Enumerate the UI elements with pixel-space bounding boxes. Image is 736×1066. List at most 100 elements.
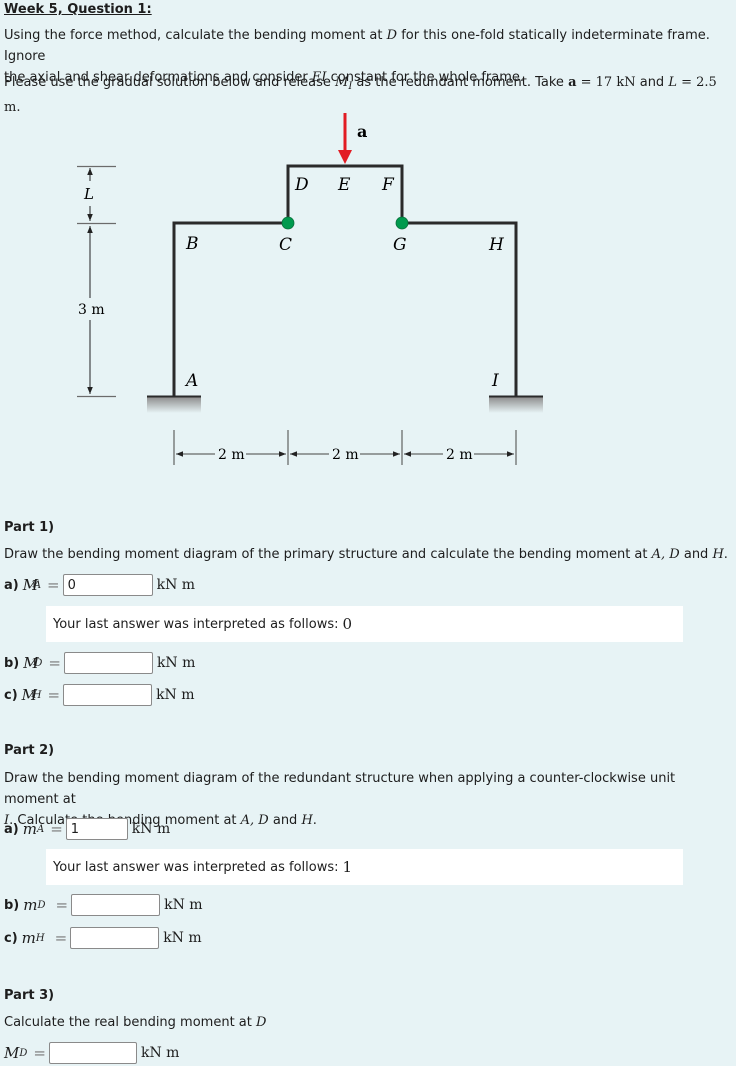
part3-desc-text: Calculate the real bending moment at: [4, 1015, 257, 1030]
item-label: a): [4, 577, 19, 593]
part1-desc-and: and: [679, 547, 713, 562]
feedback-text: Your last answer was interpreted as foll…: [53, 859, 339, 875]
fixed-support-i-hatch: [489, 397, 543, 413]
node-label-b: B: [185, 234, 199, 254]
item-label: c): [4, 687, 18, 703]
node-label-e: E: [337, 175, 351, 195]
load-label: a: [357, 122, 367, 141]
item-label: b): [4, 655, 20, 671]
var-m: M: [335, 75, 349, 90]
item-label: a): [4, 821, 19, 837]
part2-item-b: b) mD = kN m: [4, 892, 203, 918]
part1-desc-end: .: [723, 547, 728, 562]
part2-desc-vars: A, D: [240, 813, 269, 828]
intro-text-1: Using the force method, calculate the be…: [4, 28, 387, 43]
hinge-g: [395, 216, 409, 230]
part1-description: Draw the bending moment diagram of the p…: [4, 544, 732, 565]
part3-item: MD = kN m: [4, 1040, 179, 1066]
var-l: L: [668, 75, 677, 90]
load-value: = 17 kN: [576, 75, 636, 90]
feedback-value: 1: [342, 858, 353, 876]
subscript: H: [35, 932, 45, 944]
unit-label: kN m: [156, 577, 196, 593]
answer-input-m-h[interactable]: [70, 927, 160, 949]
unit-label: kN m: [163, 930, 202, 946]
node-label-d: D: [294, 175, 309, 195]
var-a: a: [568, 75, 577, 90]
unit-label: kN m: [140, 1045, 180, 1061]
frame-diagram: a B C D E F G H A I L 3 m 2 m 2 m 2 m: [77, 113, 543, 465]
symbol: m: [21, 929, 36, 947]
part1-desc-vars: A, D: [651, 547, 680, 562]
node-label-g: G: [393, 235, 407, 255]
answer-input-m-a[interactable]: [65, 818, 128, 840]
part2-desc-text: Draw the bending moment diagram of the r…: [4, 771, 676, 807]
instr-text-2: as the redundant moment. Take: [352, 75, 569, 90]
symbol: M: [4, 1044, 20, 1062]
part1-item-b: b) M1D = kN m: [4, 650, 195, 676]
unit-label: kN m: [131, 821, 171, 837]
equals-sign: =: [48, 654, 61, 672]
part2-heading: Part 2): [4, 743, 55, 758]
dim-label-2m-3: 2 m: [446, 447, 473, 463]
part1-item-a: a) M1A = kN m: [4, 572, 195, 598]
unit-label: kN m: [164, 897, 203, 913]
node-label-f: F: [381, 175, 395, 195]
item-label: c): [4, 930, 18, 946]
equals-sign: =: [54, 929, 68, 947]
answer-feedback-box: Your last answer was interpreted as foll…: [46, 606, 683, 642]
frame-members: [172, 164, 518, 396]
var-d: D: [386, 28, 398, 43]
subscript: H: [32, 689, 42, 701]
dim-label-3m: 3 m: [78, 302, 105, 318]
node-label-a: A: [184, 371, 198, 391]
answer-input-m-d[interactable]: [71, 894, 161, 916]
equals-sign: =: [55, 896, 69, 914]
equals-sign: =: [47, 686, 61, 704]
node-label-h: H: [488, 235, 505, 255]
node-label-c: C: [279, 235, 292, 255]
dim-label-2m-2: 2 m: [332, 447, 359, 463]
subscript: D: [19, 1047, 28, 1059]
part2-item-a: a) mA = kN m: [4, 816, 170, 842]
item-label: b): [4, 897, 20, 913]
unit-label: kN m: [156, 687, 195, 703]
part1-desc-last: H: [712, 547, 724, 562]
part2-desc-last: H: [301, 813, 313, 828]
feedback-text: Your last answer was interpreted as foll…: [53, 616, 339, 632]
symbol: m: [23, 896, 38, 914]
answer-input-m1-d[interactable]: [63, 652, 153, 674]
part2-desc-end: .: [312, 813, 317, 828]
subscript: A: [33, 579, 42, 591]
subscript: A: [36, 823, 45, 835]
hinge-c: [281, 216, 295, 230]
node-label-i: I: [491, 371, 499, 391]
equals-sign: =: [33, 1044, 46, 1062]
part1-heading: Part 1): [4, 520, 55, 535]
equals-sign: =: [47, 576, 60, 594]
load-arrowhead: [338, 150, 352, 164]
part1-item-c: c) M1H = kN m: [4, 682, 195, 708]
instr-text-3: and: [635, 75, 669, 90]
symbol: m: [22, 820, 37, 838]
answer-input-m1-h[interactable]: [63, 684, 153, 706]
part2-item-c: c) mH = kN m: [4, 925, 202, 951]
part2-desc-and: and: [268, 813, 302, 828]
instr-text-1: Please use the gradual solution below an…: [4, 75, 336, 90]
unit-label: kN m: [156, 655, 196, 671]
feedback-value: 0: [342, 615, 353, 633]
part3-heading: Part 3): [4, 988, 55, 1003]
subscript: D: [37, 899, 46, 911]
dim-label-2m-1: 2 m: [218, 447, 245, 463]
subscript: D: [34, 657, 43, 669]
question-title: Week 5, Question 1:: [4, 2, 152, 17]
part1-desc-text: Draw the bending moment diagram of the p…: [4, 547, 652, 562]
fixed-support-a-hatch: [147, 397, 201, 413]
dim-label-l: L: [83, 185, 94, 203]
part3-description: Calculate the real bending moment at D: [4, 1012, 732, 1033]
answer-input-m1-a[interactable]: [62, 574, 153, 596]
part3-desc-var: D: [256, 1015, 267, 1030]
equals-sign: =: [50, 820, 63, 838]
answer-feedback-box: Your last answer was interpreted as foll…: [46, 849, 683, 885]
answer-input-md-real[interactable]: [48, 1042, 137, 1064]
